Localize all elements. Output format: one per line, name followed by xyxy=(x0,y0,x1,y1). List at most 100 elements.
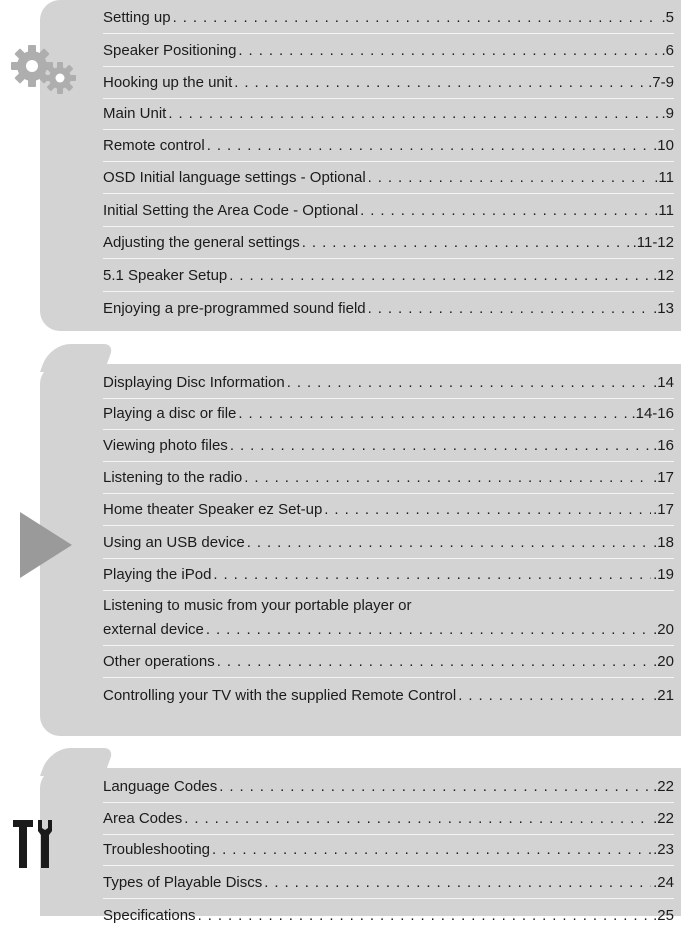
dot-leader xyxy=(229,267,651,291)
toc-entry[interactable]: Initial Setting the Area Code - Optional… xyxy=(103,194,674,227)
toc-entry[interactable]: Using an USB device .18 xyxy=(103,526,674,559)
toc-entry-title: Specifications xyxy=(103,907,196,924)
toc-section-playback: Displaying Disc Information .14 Playing a… xyxy=(40,344,681,736)
toc-entry-title: Hooking up the unit xyxy=(103,74,233,91)
toc-list-setup: Setting up .5 Speaker Positioning .6 Hooki… xyxy=(103,0,674,324)
toc-entry-title: Types of Playable Discs xyxy=(103,874,263,891)
toc-entry-title: Adjusting the general settings xyxy=(103,234,300,251)
toc-entry-page: .7-9 xyxy=(648,74,674,91)
toc-entry[interactable]: Controlling your TV with the supplied Re… xyxy=(103,678,674,711)
dot-leader xyxy=(368,169,653,193)
toc-section-setup: Setting up .5 Speaker Positioning .6 Hooki… xyxy=(40,0,681,331)
toc-entry[interactable]: 5.1 Speaker Setup .12 xyxy=(103,259,674,292)
toc-entry[interactable]: Home theater Speaker ez Set-up .17 xyxy=(103,494,674,526)
toc-list-playback: Displaying Disc Information .14 Playing a… xyxy=(103,364,674,711)
toc-entry-page: .23 xyxy=(653,841,674,858)
dot-leader xyxy=(230,437,651,461)
toc-entry-title: 5.1 Speaker Setup xyxy=(103,267,228,284)
toc-entry-title: Initial Setting the Area Code - Optional xyxy=(103,202,359,219)
toc-entry-page: .11 xyxy=(654,202,674,219)
toc-entry-title: Setting up xyxy=(103,9,171,26)
toc-entry-page: .22 xyxy=(653,778,674,795)
toc-entry[interactable]: Listening to the radio .17 xyxy=(103,462,674,494)
toc-entry-title: Home theater Speaker ez Set-up xyxy=(103,501,323,518)
dot-leader xyxy=(458,687,651,711)
toc-entry-page: .10 xyxy=(653,137,674,154)
dot-leader xyxy=(238,405,629,429)
toc-entry-title: Speaker Positioning xyxy=(103,42,237,59)
toc-entry[interactable]: Remote control .10 xyxy=(103,130,674,162)
dot-leader xyxy=(206,621,651,645)
toc-entry-page: .17 xyxy=(653,469,674,486)
toc-entry-title: OSD Initial language settings - Optional xyxy=(103,169,366,186)
toc-entry-title-continued: external device xyxy=(103,621,204,638)
toc-entry[interactable]: Adjusting the general settings .11-12 xyxy=(103,227,674,259)
toc-entry-page: .22 xyxy=(653,810,674,827)
toc-entry[interactable]: Playing a disc or file .14-16 xyxy=(103,399,674,430)
toc-entry[interactable]: Types of Playable Discs .24 xyxy=(103,866,674,899)
toc-entry-page: .6 xyxy=(661,42,674,59)
dot-leader xyxy=(219,778,651,802)
toc-entry[interactable]: Viewing photo files .16 xyxy=(103,430,674,462)
toc-entry-title: Language Codes xyxy=(103,778,218,795)
toc-entry-page: .19 xyxy=(653,566,674,583)
toc-entry-title: Using an USB device xyxy=(103,534,245,551)
toc-entry-page: .13 xyxy=(653,300,674,317)
dot-leader xyxy=(168,105,659,129)
dot-leader xyxy=(287,374,651,398)
toc-entry[interactable]: Language Codes .22 xyxy=(103,768,674,803)
toc-entry-title: Playing a disc or file xyxy=(103,405,237,422)
toc-entry-page: .17 xyxy=(653,501,674,518)
toc-list-reference: Language Codes .22 Area Codes .22 Troubles… xyxy=(103,768,674,931)
dot-leader xyxy=(264,874,651,898)
dot-leader xyxy=(234,74,646,98)
toc-entry[interactable]: Enjoying a pre-programmed sound field .13 xyxy=(103,292,674,324)
toc-entry-page: .9 xyxy=(661,105,674,122)
dot-leader xyxy=(302,234,631,258)
toc-entry[interactable]: Main Unit .9 xyxy=(103,99,674,130)
dot-leader xyxy=(217,653,651,677)
toc-entry-page: .12 xyxy=(653,267,674,284)
toc-entry-page: .18 xyxy=(653,534,674,551)
play-icon xyxy=(20,512,72,578)
toc-entry-page: .16 xyxy=(653,437,674,454)
toc-section-reference: Language Codes .22 Area Codes .22 Troubles… xyxy=(40,748,681,924)
toc-entry-title: Remote control xyxy=(103,137,205,154)
toc-entry[interactable]: Setting up .5 xyxy=(103,0,674,34)
toc-entry-page: .14 xyxy=(653,374,674,391)
toc-entry-title: Displaying Disc Information xyxy=(103,374,285,391)
dot-leader xyxy=(247,534,651,558)
toc-entry[interactable]: Speaker Positioning .6 xyxy=(103,34,674,67)
toc-entry[interactable]: Other operations .20 xyxy=(103,646,674,678)
toc-entry[interactable]: Playing the iPod .19 xyxy=(103,559,674,591)
dot-leader xyxy=(173,9,660,33)
toc-entry[interactable]: Displaying Disc Information .14 xyxy=(103,364,674,399)
tools-icon xyxy=(13,820,52,868)
toc-entry-title: Area Codes xyxy=(103,810,183,827)
toc-entry-page: .20 xyxy=(653,653,674,670)
toc-entry-page: .14-16 xyxy=(631,405,674,422)
toc-entry-title: Main Unit xyxy=(103,105,167,122)
toc-entry[interactable]: Specifications .25 xyxy=(103,899,674,931)
toc-entry[interactable]: Hooking up the unit .7-9 xyxy=(103,67,674,99)
toc-entry[interactable]: Area Codes .22 xyxy=(103,803,674,835)
dot-leader xyxy=(198,907,652,931)
toc-entry-title: Listening to music from your portable pl… xyxy=(103,597,412,614)
dot-leader xyxy=(238,42,659,66)
dot-leader xyxy=(244,469,651,493)
toc-entry-page: .25 xyxy=(653,907,674,924)
toc-entry[interactable]: Listening to music from your portable pl… xyxy=(103,591,674,646)
toc-entry-title: Troubleshooting xyxy=(103,841,211,858)
dot-leader xyxy=(360,202,652,226)
toc-entry-page: .5 xyxy=(661,9,674,26)
toc-entry-title: Other operations xyxy=(103,653,215,670)
toc-entry-page: .11-12 xyxy=(632,234,674,251)
dot-leader xyxy=(213,566,651,590)
gears-icon xyxy=(11,45,76,94)
toc-entry[interactable]: Troubleshooting .23 xyxy=(103,835,674,866)
toc-entry[interactable]: OSD Initial language settings - Optional… xyxy=(103,162,674,194)
toc-entry-title: Enjoying a pre-programmed sound field xyxy=(103,300,366,317)
toc-entry-title: Playing the iPod xyxy=(103,566,212,583)
dot-leader xyxy=(184,810,651,834)
toc-entry-title: Controlling your TV with the supplied Re… xyxy=(103,687,457,704)
